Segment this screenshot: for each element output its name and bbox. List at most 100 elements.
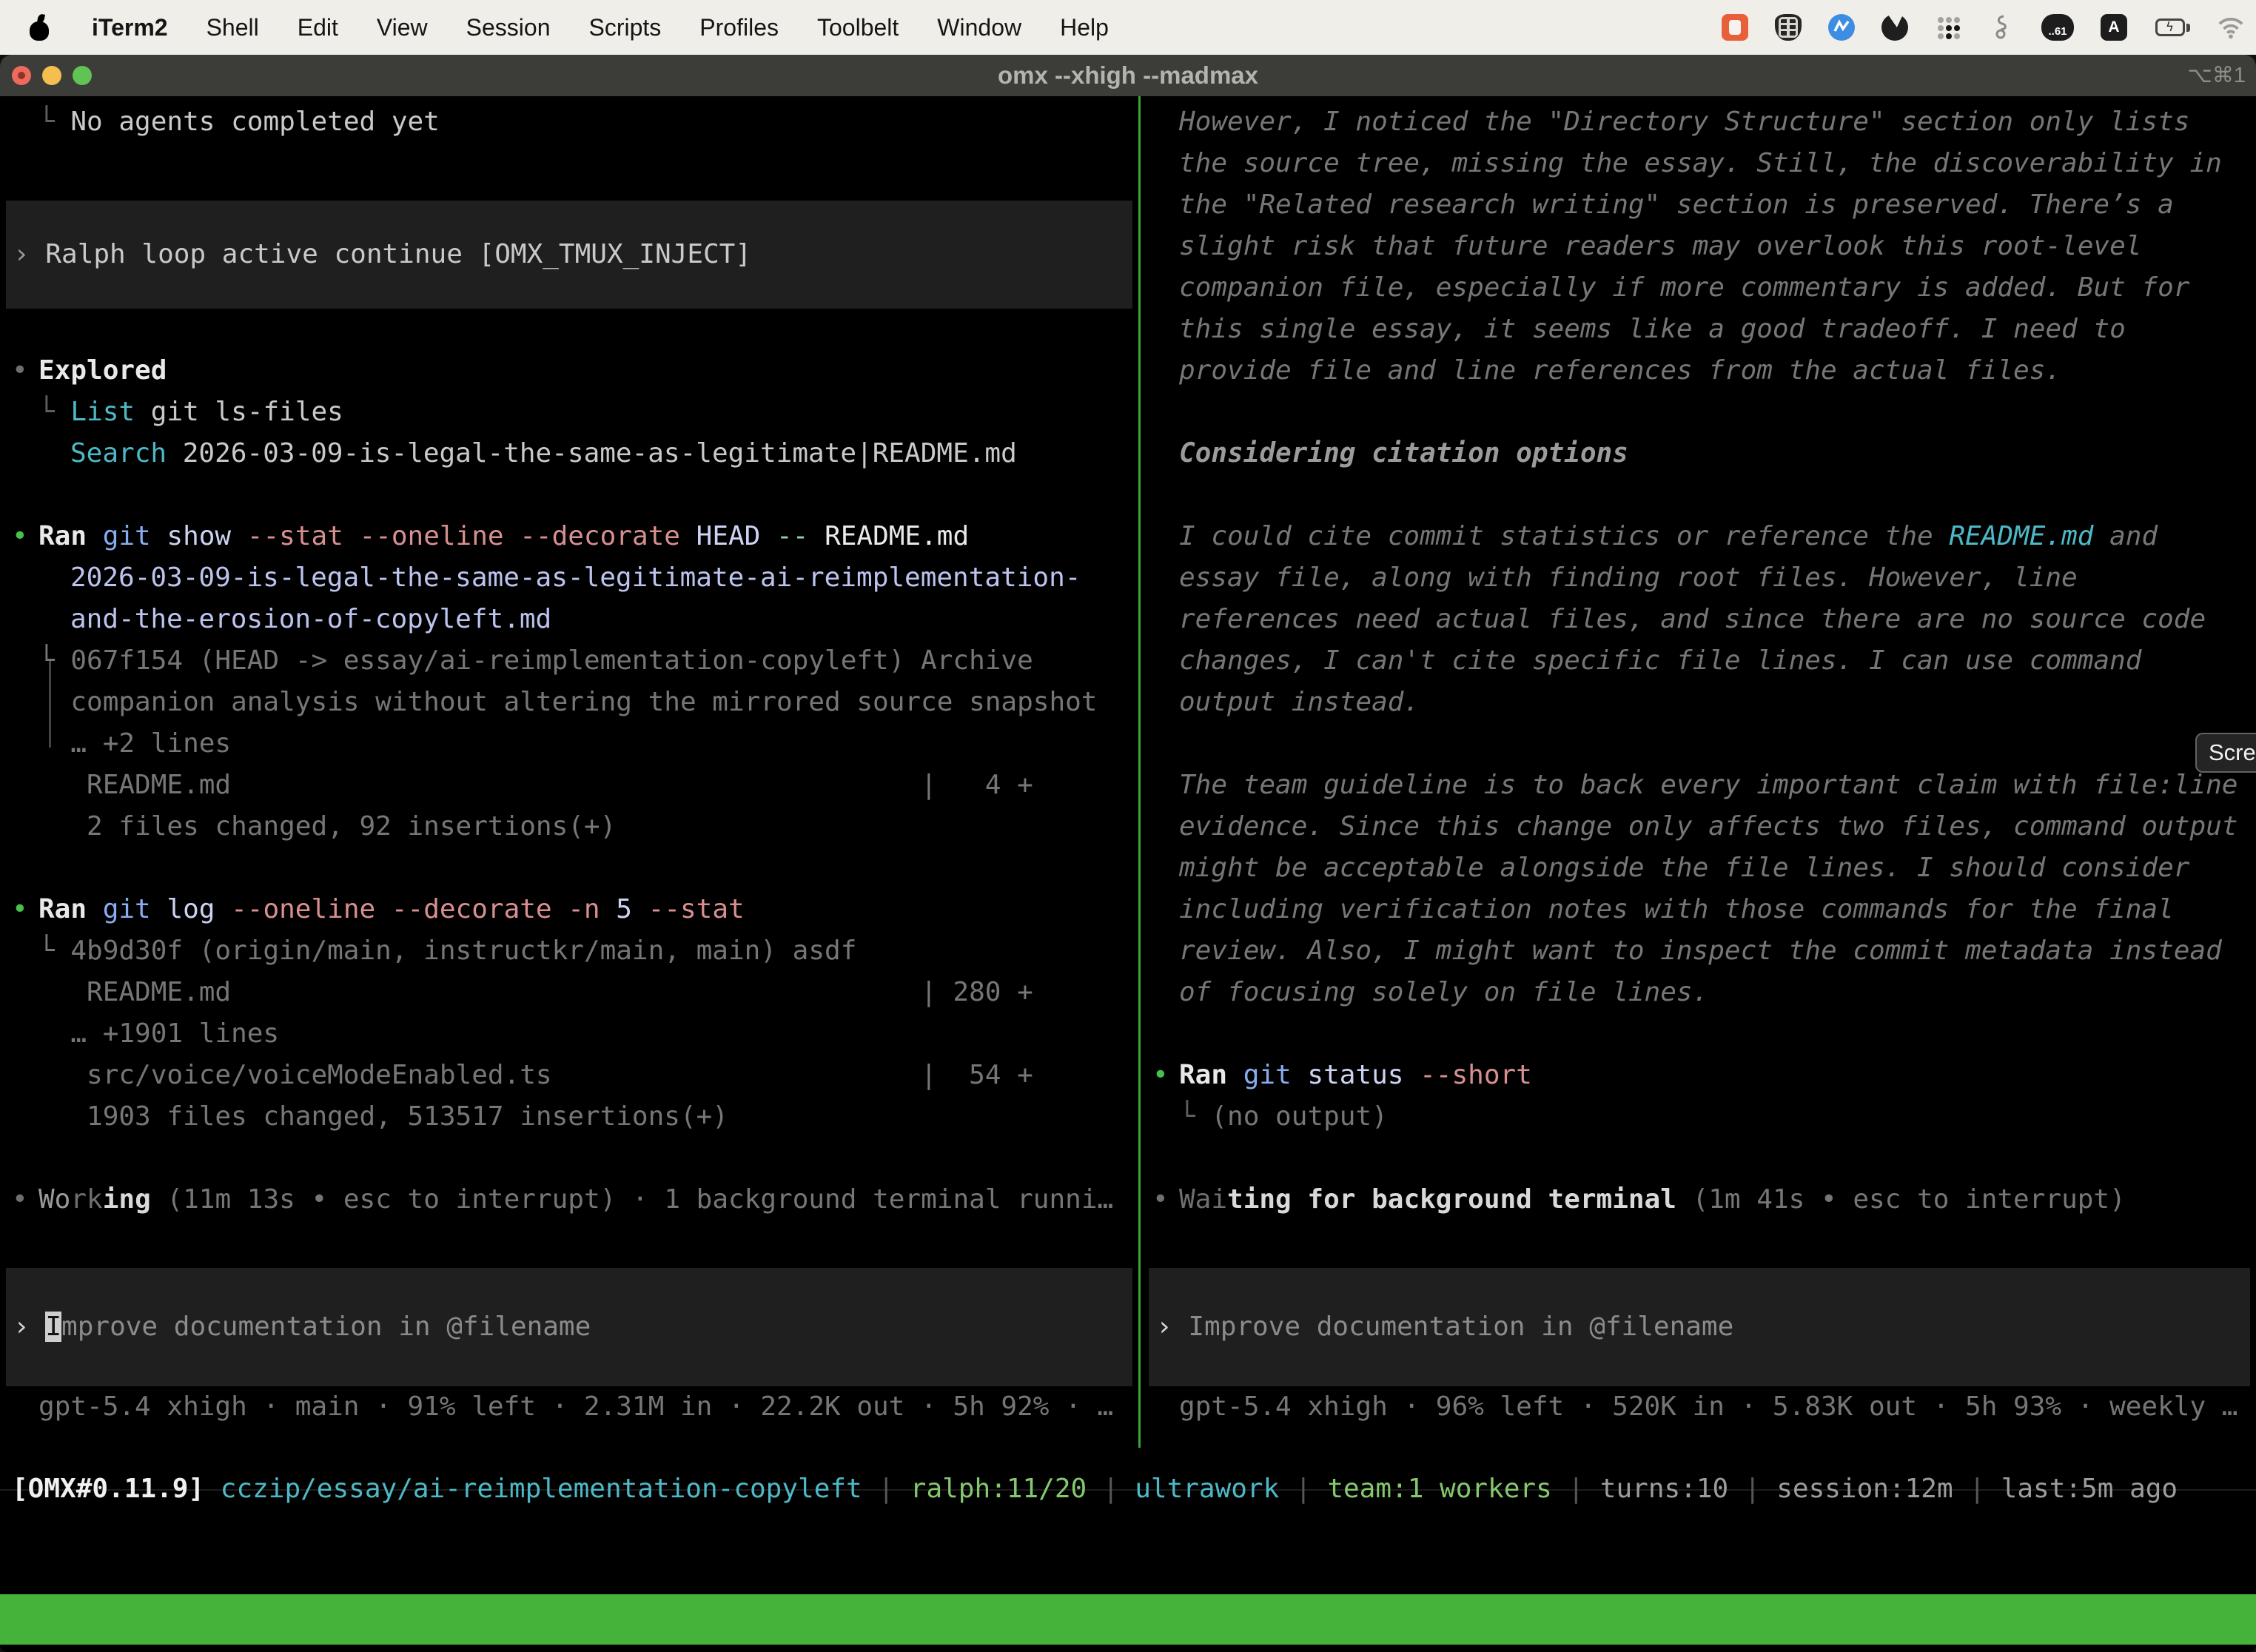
reasoning-heading: Considering citation options — [1141, 433, 2256, 474]
git-log-output: └ 4b9d30f (origin/main, instructkr/main,… — [0, 930, 1138, 972]
squiggle-icon[interactable] — [1988, 14, 2015, 41]
omx-team: team:1 workers — [1327, 1474, 1551, 1504]
text-cursor: I — [45, 1312, 61, 1342]
spacer — [1141, 1138, 2256, 1179]
omx-last-activity: last:5m ago — [2001, 1474, 2178, 1504]
wifi-icon[interactable] — [2218, 14, 2244, 41]
reasoning-line: might be acceptable alongside the file l… — [1141, 847, 2256, 889]
omx-version: [OMX#0.11.9] — [12, 1474, 204, 1504]
spacer — [0, 847, 1138, 889]
battery-bolt-glyph: ϟ — [2155, 19, 2185, 36]
spacer — [0, 184, 1138, 201]
omx-mode: ultrawork — [1135, 1474, 1279, 1504]
reasoning-line: I could cite commit statistics or refere… — [1141, 516, 2256, 557]
right-prompt-input[interactable]: › Improve documentation in @filename — [1149, 1268, 2250, 1386]
git-log-output: 1903 files changed, 513517 insertions(+) — [0, 1096, 1138, 1138]
tmux-status-bar: [omx-cczip0:bash* "MacBook-Pro-44.local"… — [0, 1594, 2256, 1645]
menu-item-profiles[interactable]: Profiles — [680, 0, 798, 55]
git-show-output: 2 files changed, 92 insertions(+) — [0, 806, 1138, 847]
menu-item-iterm2[interactable]: iTerm2 — [73, 0, 187, 55]
window-shortcut-badge: ⌥⌘1 — [2187, 55, 2246, 96]
omx-status-bar: [OMX#0.11.9] cczip/essay/ai-reimplementa… — [0, 1468, 2256, 1510]
reasoning-line: of focusing solely on file lines. — [1141, 972, 2256, 1013]
spacer — [0, 1220, 1138, 1262]
reasoning-line: companion file, especially if more comme… — [1141, 267, 2256, 309]
apple-menu-icon[interactable] — [28, 14, 50, 41]
reasoning-line: The team guideline is to back every impo… — [1141, 765, 2256, 806]
dots-grid-icon[interactable] — [1935, 14, 1961, 41]
spacer — [0, 474, 1138, 516]
tmux-session-name[interactable]: [omx-cczip0:bash* — [6, 1645, 278, 1652]
window-title-bar: omx --xhigh --madmax ⌥⌘1 — [0, 55, 2256, 96]
terminal-area: └ No agents completed yet › Ralph loop a… — [0, 96, 2256, 1502]
git-show-arg-wrap: 2026-03-09-is-legal-the-same-as-legitima… — [0, 557, 1138, 599]
ralph-banner-text: Ralph loop active continue [OMX_TMUX_INJ… — [45, 239, 751, 269]
spacer — [1141, 392, 2256, 433]
reasoning-line: However, I noticed the "Directory Struct… — [1141, 101, 2256, 143]
git-log-command: •Ran git log --oneline --decorate -n 5 -… — [0, 889, 1138, 930]
menu-item-edit[interactable]: Edit — [278, 0, 357, 55]
waiting-status-line: •Waiting for background terminal (1m 41s… — [1141, 1179, 2256, 1220]
reasoning-line: this single essay, it seems like a good … — [1141, 309, 2256, 350]
reasoning-line: including verification notes with those … — [1141, 889, 2256, 930]
omx-session-time: session:12m — [1776, 1474, 1953, 1504]
menu-item-view[interactable]: View — [357, 0, 447, 55]
keyboard-layout-icon[interactable]: A — [2101, 14, 2127, 41]
spacer — [0, 1138, 1138, 1179]
menu-item-window[interactable]: Window — [918, 0, 1041, 55]
menu-item-session[interactable]: Session — [447, 0, 570, 55]
git-show-arg-wrap: and-the-erosion-of-copyleft.md — [0, 599, 1138, 640]
git-show-output: companion analysis without altering the … — [0, 682, 1138, 723]
git-show-command: •Ran git show --stat --oneline --decorat… — [0, 516, 1138, 557]
explored-list-line: └ List git ls-files — [0, 392, 1138, 433]
explored-search-line: Search 2026-03-09-is-legal-the-same-as-l… — [0, 433, 1138, 474]
reasoning-line: essay file, along with finding root file… — [1141, 557, 2256, 599]
badge-61-icon[interactable]: ..61 — [2041, 14, 2074, 41]
git-show-output: README.md | 4 + — [0, 765, 1138, 806]
omx-turns: turns:10 — [1600, 1474, 1728, 1504]
readme-file-link: README.md — [1949, 521, 2093, 551]
explored-header: •Explored — [0, 350, 1138, 392]
spacer — [1141, 1013, 2256, 1055]
menu-status-icons: ..61 A ϟ — [1722, 14, 2256, 41]
git-log-output: … +1901 lines — [0, 1013, 1138, 1055]
reasoning-line: review. Also, I might want to inspect th… — [1141, 930, 2256, 972]
ralph-loop-banner: › Ralph loop active continue [OMX_TMUX_I… — [6, 201, 1132, 309]
reasoning-line: references need actual files, and since … — [1141, 599, 2256, 640]
blue-badge-icon[interactable] — [1828, 14, 1855, 41]
git-log-output: src/voice/voiceModeEnabled.ts | 54 + — [0, 1055, 1138, 1096]
left-prompt-input[interactable]: › Improve documentation in @filename — [6, 1268, 1132, 1386]
reasoning-line: the "Related research writing" section i… — [1141, 184, 2256, 226]
reasoning-line: provide file and line references from th… — [1141, 350, 2256, 392]
menu-item-shell[interactable]: Shell — [187, 0, 278, 55]
spacer — [0, 309, 1138, 350]
notification-app-icon[interactable] — [1722, 14, 1748, 41]
left-agent-pane: └ No agents completed yet › Ralph loop a… — [0, 101, 1138, 1428]
iterm-window: omx --xhigh --madmax ⌥⌘1 └ No agents com… — [0, 55, 2256, 1652]
menu-item-help[interactable]: Help — [1041, 0, 1128, 55]
spacer — [1141, 474, 2256, 516]
battery-icon[interactable]: ϟ — [2154, 14, 2191, 41]
right-agent-pane: However, I noticed the "Directory Struct… — [1141, 101, 2256, 1428]
git-status-command: •Ran git status --short — [1141, 1055, 2256, 1096]
git-show-output: … +2 lines — [0, 723, 1138, 765]
spacer — [1141, 723, 2256, 765]
spacer — [0, 143, 1138, 184]
reasoning-line: slight risk that future readers may over… — [1141, 226, 2256, 267]
menu-item-scripts[interactable]: Scripts — [569, 0, 680, 55]
right-session-status: gpt-5.4 xhigh · 96% left · 520K in · 5.8… — [1141, 1386, 2256, 1428]
circle-wedge-icon[interactable] — [1881, 14, 1908, 41]
spacer — [1141, 1220, 2256, 1262]
git-log-output: README.md | 280 + — [0, 972, 1138, 1013]
git-status-output: └ (no output) — [1141, 1096, 2256, 1138]
window-title: omx --xhigh --madmax — [0, 55, 2256, 96]
reasoning-line: changes, I can't cite specific file line… — [1141, 640, 2256, 682]
menu-item-toolbelt[interactable]: Toolbelt — [798, 0, 918, 55]
omx-ralph-counter: ralph:11/20 — [910, 1474, 1087, 1504]
working-status-line: •Working (11m 13s • esc to interrupt) · … — [0, 1179, 1138, 1220]
left-session-status: gpt-5.4 xhigh · main · 91% left · 2.31M … — [0, 1386, 1138, 1428]
screen-notification-overlay: Scre — [2195, 733, 2256, 773]
git-show-output: └ 067f154 (HEAD -> essay/ai-reimplementa… — [0, 640, 1138, 682]
shield-grid-icon[interactable] — [1775, 14, 1802, 41]
reasoning-line: evidence. Since this change only affects… — [1141, 806, 2256, 847]
